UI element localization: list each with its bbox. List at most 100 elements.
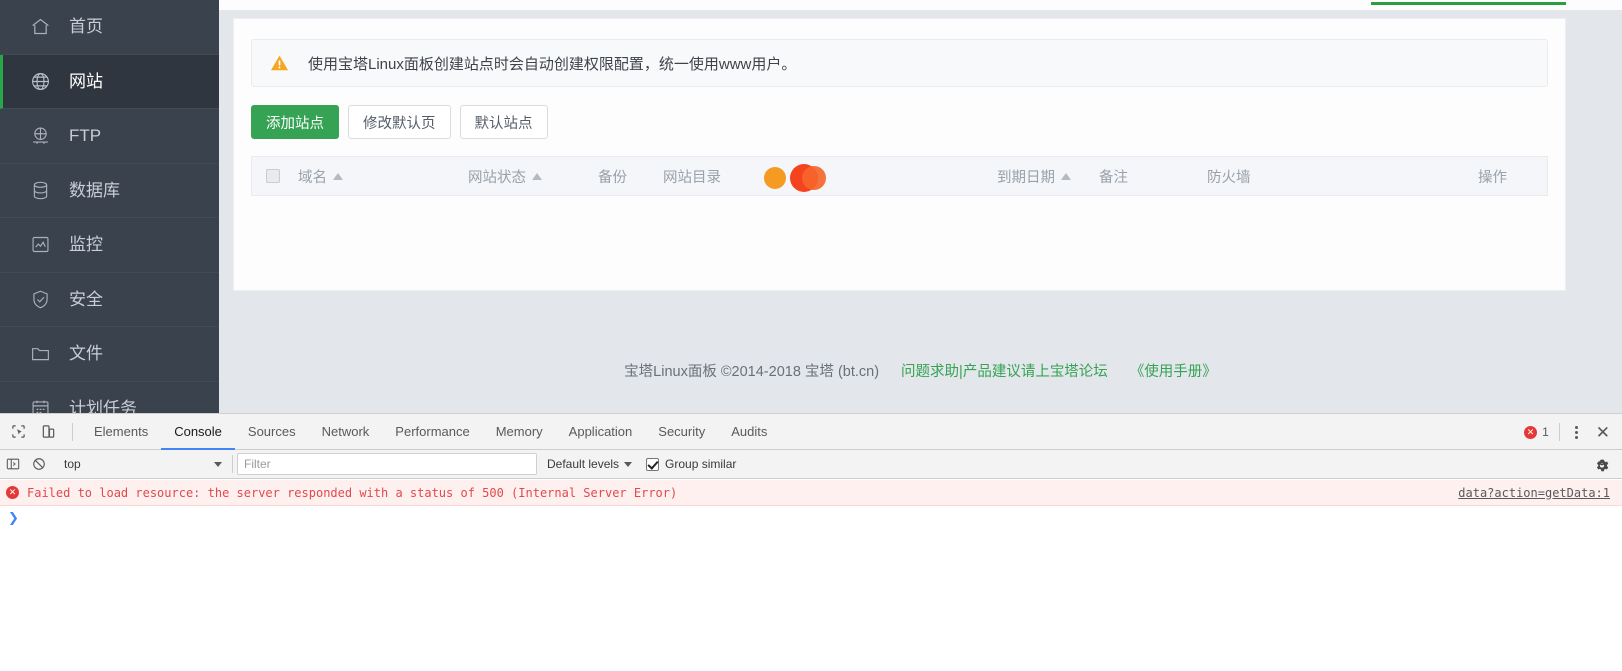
sidebar-item-crontab[interactable]: 计划任务 <box>0 382 219 413</box>
divider <box>232 455 233 473</box>
website-card: 使用宝塔Linux面板创建站点时会自动创建权限配置，统一使用www用户。 添加站… <box>233 18 1566 291</box>
console-prompt-row[interactable]: ❯ <box>0 506 1622 530</box>
app-root: 首页 网站 FTP 数据库 监控 安全 文件 计划任务 使用宝塔Linux面板创… <box>0 0 1622 671</box>
tab-audits[interactable]: Audits <box>718 414 780 450</box>
sort-caret-icon[interactable] <box>532 172 542 180</box>
tab-performance[interactable]: Performance <box>382 414 482 450</box>
default-site-button[interactable]: 默认站点 <box>459 105 548 139</box>
column-header-actions: 操作 <box>1478 166 1507 187</box>
ftp-icon <box>27 123 53 149</box>
column-header-remark: 备注 <box>1099 166 1128 187</box>
column-header-backup: 备份 <box>598 166 627 187</box>
sidebar-item-security[interactable]: 安全 <box>0 273 219 327</box>
info-alert: 使用宝塔Linux面板创建站点时会自动创建权限配置，统一使用www用户。 <box>251 39 1548 87</box>
column-label: 防火墙 <box>1207 169 1251 186</box>
group-similar-label: Group similar <box>665 457 737 471</box>
console-filter-bar: top Default levels Group similar <box>0 450 1622 479</box>
clear-console-icon[interactable] <box>26 450 52 479</box>
sidebar-item-label: 监控 <box>69 235 103 255</box>
top-accent-bar <box>1371 2 1566 5</box>
column-label: 网站状态 <box>468 169 526 186</box>
sidebar-item-label: 首页 <box>69 17 103 37</box>
column-header-domain[interactable]: 域名 <box>298 166 343 187</box>
select-all-checkbox[interactable] <box>266 169 280 183</box>
top-strip <box>219 0 1622 10</box>
column-label: 备份 <box>598 169 627 186</box>
sidebar-item-label: 文件 <box>69 344 103 364</box>
footer-copyright: 宝塔Linux面板 ©2014-2018 宝塔 (bt.cn) <box>624 364 880 380</box>
sort-caret-icon[interactable] <box>333 172 343 180</box>
execution-context-select[interactable]: top <box>58 453 228 475</box>
chevron-down-icon <box>214 461 222 467</box>
home-icon <box>27 14 53 40</box>
sidebar-item-files[interactable]: 文件 <box>0 327 219 382</box>
group-similar-checkbox[interactable] <box>646 457 660 471</box>
devtools-right-controls: ✕ 1 ✕ <box>1524 414 1622 450</box>
tab-sources[interactable]: Sources <box>235 414 309 450</box>
inspect-element-icon[interactable] <box>8 422 28 442</box>
column-label: 备注 <box>1099 169 1128 186</box>
warning-triangle-icon <box>270 54 289 72</box>
column-label: 域名 <box>298 169 327 186</box>
log-level-select[interactable]: Default levels <box>547 457 633 471</box>
globe-icon <box>27 68 53 94</box>
edit-default-page-button[interactable]: 修改默认页 <box>348 105 451 139</box>
sidebar: 首页 网站 FTP 数据库 监控 安全 文件 计划任务 <box>0 0 219 413</box>
group-similar-toggle[interactable]: Group similar <box>646 457 736 471</box>
sidebar-item-website[interactable]: 网站 <box>0 54 219 109</box>
bt-panel-area: 首页 网站 FTP 数据库 监控 安全 文件 计划任务 使用宝塔Linux面板创… <box>0 0 1622 413</box>
sidebar-item-label: 数据库 <box>69 180 120 200</box>
devtools-left-icons <box>0 422 64 442</box>
sidebar-item-label: FTP <box>69 126 102 146</box>
tab-application[interactable]: Application <box>556 414 646 450</box>
orange-overlap-dot-icon <box>802 166 826 190</box>
console-error-row[interactable]: ✕ Failed to load resource: the server re… <box>0 480 1622 506</box>
shield-icon <box>27 286 53 312</box>
console-filter-input[interactable] <box>237 453 537 475</box>
footer-forum-link[interactable]: 问题求助|产品建议请上宝塔论坛 <box>901 360 1108 381</box>
sidebar-item-home[interactable]: 首页 <box>0 0 219 55</box>
action-button-row: 添加站点 修改默认页 默认站点 <box>251 105 1565 139</box>
device-toolbar-icon[interactable] <box>38 422 58 442</box>
sort-caret-icon[interactable] <box>1061 172 1071 180</box>
sidebar-item-label: 安全 <box>69 289 103 309</box>
column-header-expire-date[interactable]: 到期日期 <box>997 166 1071 187</box>
prompt-caret-icon: ❯ <box>8 510 19 525</box>
column-label: 操作 <box>1478 169 1507 186</box>
divider <box>1558 423 1560 441</box>
error-icon: ✕ <box>6 486 19 499</box>
error-count-badge[interactable]: ✕ 1 <box>1524 425 1549 439</box>
main-content: 使用宝塔Linux面板创建站点时会自动创建权限配置，统一使用www用户。 添加站… <box>219 0 1622 413</box>
close-icon[interactable]: ✕ <box>1594 424 1612 441</box>
sidebar-item-label: 计划任务 <box>69 398 137 413</box>
monitor-icon <box>27 232 53 258</box>
site-table-header: 域名 网站状态 备份 网站目录 到期日期 备注 防火墙 操作 <box>251 156 1548 196</box>
console-sidebar-toggle-icon[interactable] <box>0 450 26 479</box>
footer: 宝塔Linux面板 ©2014-2018 宝塔 (bt.cn) 问题求助|产品建… <box>219 360 1622 381</box>
tab-console[interactable]: Console <box>161 414 235 450</box>
column-header-firewall: 防火墙 <box>1207 166 1251 187</box>
devtools-panel: Elements Console Sources Network Perform… <box>0 413 1622 671</box>
column-label: 到期日期 <box>997 169 1055 186</box>
footer-manual-link[interactable]: 《使用手册》 <box>1130 360 1217 381</box>
error-count-value: 1 <box>1542 425 1549 439</box>
more-options-icon[interactable] <box>1570 425 1584 439</box>
alert-text: 使用宝塔Linux面板创建站点时会自动创建权限配置，统一使用www用户。 <box>308 55 797 73</box>
console-error-source-link[interactable]: data?action=getData:1 <box>1458 486 1610 500</box>
tab-network[interactable]: Network <box>309 414 383 450</box>
toolbar-divider <box>72 422 73 441</box>
sidebar-item-label: 网站 <box>69 71 103 91</box>
sidebar-item-database[interactable]: 数据库 <box>0 164 219 218</box>
add-site-button[interactable]: 添加站点 <box>251 105 339 139</box>
orange-dot-icon <box>764 167 786 189</box>
tab-elements[interactable]: Elements <box>81 414 161 450</box>
sidebar-item-ftp[interactable]: FTP <box>0 109 219 164</box>
calendar-icon <box>27 395 53 413</box>
column-header-status[interactable]: 网站状态 <box>468 166 542 187</box>
tab-security[interactable]: Security <box>645 414 718 450</box>
error-icon: ✕ <box>1524 425 1538 439</box>
tab-memory[interactable]: Memory <box>483 414 556 450</box>
settings-gear-icon[interactable] <box>1594 455 1610 474</box>
column-label: 网站目录 <box>663 169 721 186</box>
sidebar-item-monitor[interactable]: 监控 <box>0 218 219 273</box>
